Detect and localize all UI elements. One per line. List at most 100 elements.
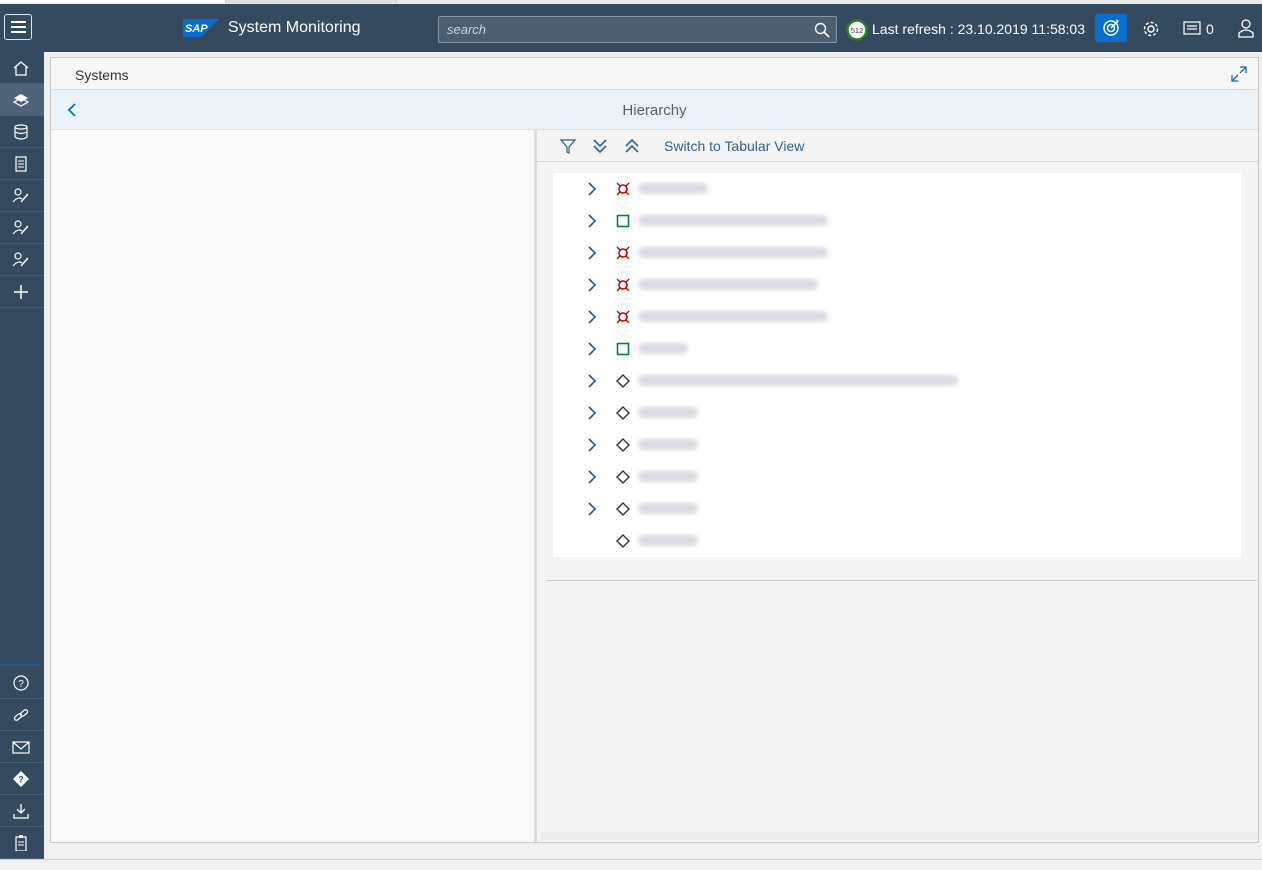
tree-row[interactable]: [553, 205, 1241, 237]
expand-all-icon[interactable]: [591, 137, 609, 155]
tree-row[interactable]: [553, 269, 1241, 301]
divider: [547, 580, 1257, 581]
nav-diamond-help[interactable]: ?: [0, 763, 44, 795]
notification-count: 0: [1206, 21, 1214, 37]
search-icon[interactable]: [814, 22, 830, 38]
chevron-right-icon[interactable]: [587, 406, 597, 420]
nav-add[interactable]: [0, 276, 44, 308]
nav-database[interactable]: [0, 116, 44, 148]
tree-row-label-redacted[interactable]: [638, 375, 958, 386]
tree-row-label-redacted[interactable]: [638, 215, 828, 226]
nav-configure-1[interactable]: [0, 180, 44, 212]
nav-download[interactable]: [0, 795, 44, 827]
status-ok-icon: [616, 214, 630, 228]
help-icon: ?: [13, 675, 29, 691]
status-unknown-icon: [616, 374, 630, 388]
status-unknown-icon: [616, 438, 630, 452]
svg-text:?: ?: [18, 775, 24, 785]
status-unknown-icon: [616, 502, 630, 516]
hierarchy-pane: Switch to Tabular View: [537, 130, 1258, 842]
status-unknown-icon: [616, 470, 630, 484]
tree-row[interactable]: [553, 493, 1241, 525]
expand-icon[interactable]: [1230, 65, 1248, 83]
hamburger-menu-button[interactable]: [4, 14, 32, 40]
configure-2-icon: [12, 220, 29, 235]
tree-row-label-redacted[interactable]: [638, 183, 708, 194]
chevron-right-icon[interactable]: [587, 246, 597, 260]
tree-row-label-redacted[interactable]: [638, 503, 698, 514]
systems-card: Systems Hierarchy Switch to Tabular View: [50, 57, 1259, 843]
tree-row[interactable]: [553, 397, 1241, 429]
nav-report[interactable]: [0, 148, 44, 180]
chevron-right-icon[interactable]: [587, 470, 597, 484]
filter-icon[interactable]: [559, 137, 577, 155]
database-icon: [14, 124, 28, 140]
hierarchy-subheader: Hierarchy: [51, 90, 1258, 130]
left-pane: [51, 130, 537, 842]
chevron-right-icon[interactable]: [587, 310, 597, 324]
nav-configure-2[interactable]: [0, 212, 44, 244]
side-navigation: ? ?: [0, 52, 44, 859]
app-title: System Monitoring: [228, 19, 361, 36]
tree-row-label-redacted[interactable]: [638, 279, 818, 290]
link-icon: [13, 709, 29, 721]
notifications-icon[interactable]: [1183, 20, 1201, 36]
card-header: Systems: [51, 58, 1258, 90]
refresh-counter-icon[interactable]: 512: [846, 19, 868, 41]
chevron-right-icon[interactable]: [587, 374, 597, 388]
tree-row-label-redacted[interactable]: [638, 471, 698, 482]
svg-text:?: ?: [18, 679, 24, 690]
horizontal-scrollbar[interactable]: [541, 832, 1258, 840]
tree-row-label-redacted[interactable]: [638, 439, 698, 450]
tree-row-label-redacted[interactable]: [638, 343, 688, 354]
search-input[interactable]: [439, 17, 815, 42]
status-unknown-icon: [616, 534, 630, 548]
tree-row-label-redacted[interactable]: [638, 407, 698, 418]
status-critical-icon: [616, 246, 630, 260]
target-button[interactable]: [1095, 14, 1127, 42]
nav-configure-3[interactable]: [0, 244, 44, 276]
chevron-right-icon[interactable]: [587, 342, 597, 356]
tree-row-label-redacted[interactable]: [638, 247, 828, 258]
chevron-right-icon[interactable]: [587, 502, 597, 516]
chevron-right-icon[interactable]: [587, 214, 597, 228]
svg-text:512: 512: [851, 26, 864, 35]
nav-systems[interactable]: [0, 84, 44, 116]
tree-row[interactable]: [553, 365, 1241, 397]
tree-row[interactable]: [553, 301, 1241, 333]
tree-row[interactable]: [553, 429, 1241, 461]
browser-tab-active[interactable]: [0, 0, 226, 3]
tree-row-label-redacted[interactable]: [638, 311, 828, 322]
diamond-help-icon: ?: [13, 771, 29, 787]
status-unknown-icon: [616, 406, 630, 420]
add-icon: [14, 285, 28, 299]
chevron-right-icon[interactable]: [587, 182, 597, 196]
tree-row[interactable]: [553, 333, 1241, 365]
card-title: Systems: [75, 67, 129, 83]
browser-tab[interactable]: [226, 0, 397, 3]
chevron-right-icon[interactable]: [587, 278, 597, 292]
gear-icon[interactable]: [1141, 19, 1161, 39]
nav-link[interactable]: [0, 699, 44, 731]
nav-clipboard[interactable]: [0, 827, 44, 859]
download-icon: [13, 804, 29, 819]
collapse-all-icon[interactable]: [623, 137, 641, 155]
tree-row[interactable]: [553, 237, 1241, 269]
tree-row-label-redacted[interactable]: [638, 535, 698, 546]
user-icon[interactable]: [1236, 18, 1256, 38]
last-refresh-label: Last refresh : 23.10.2019 11:58:03: [872, 21, 1086, 37]
nav-mail[interactable]: [0, 731, 44, 763]
chevron-right-icon[interactable]: [587, 438, 597, 452]
switch-to-tabular-view-link[interactable]: Switch to Tabular View: [664, 138, 804, 154]
status-critical-icon: [616, 278, 630, 292]
shell-header: SAP System Monitoring 512 Last refresh :…: [0, 4, 1262, 52]
tree-row[interactable]: [553, 173, 1241, 205]
sap-logo: SAP: [183, 19, 219, 37]
search-field[interactable]: [438, 16, 837, 43]
hierarchy-tree: [553, 173, 1241, 557]
tree-row[interactable]: [553, 525, 1241, 557]
nav-help[interactable]: ?: [0, 667, 44, 699]
mail-icon: [12, 741, 30, 754]
nav-home[interactable]: [0, 52, 44, 84]
tree-row[interactable]: [553, 461, 1241, 493]
